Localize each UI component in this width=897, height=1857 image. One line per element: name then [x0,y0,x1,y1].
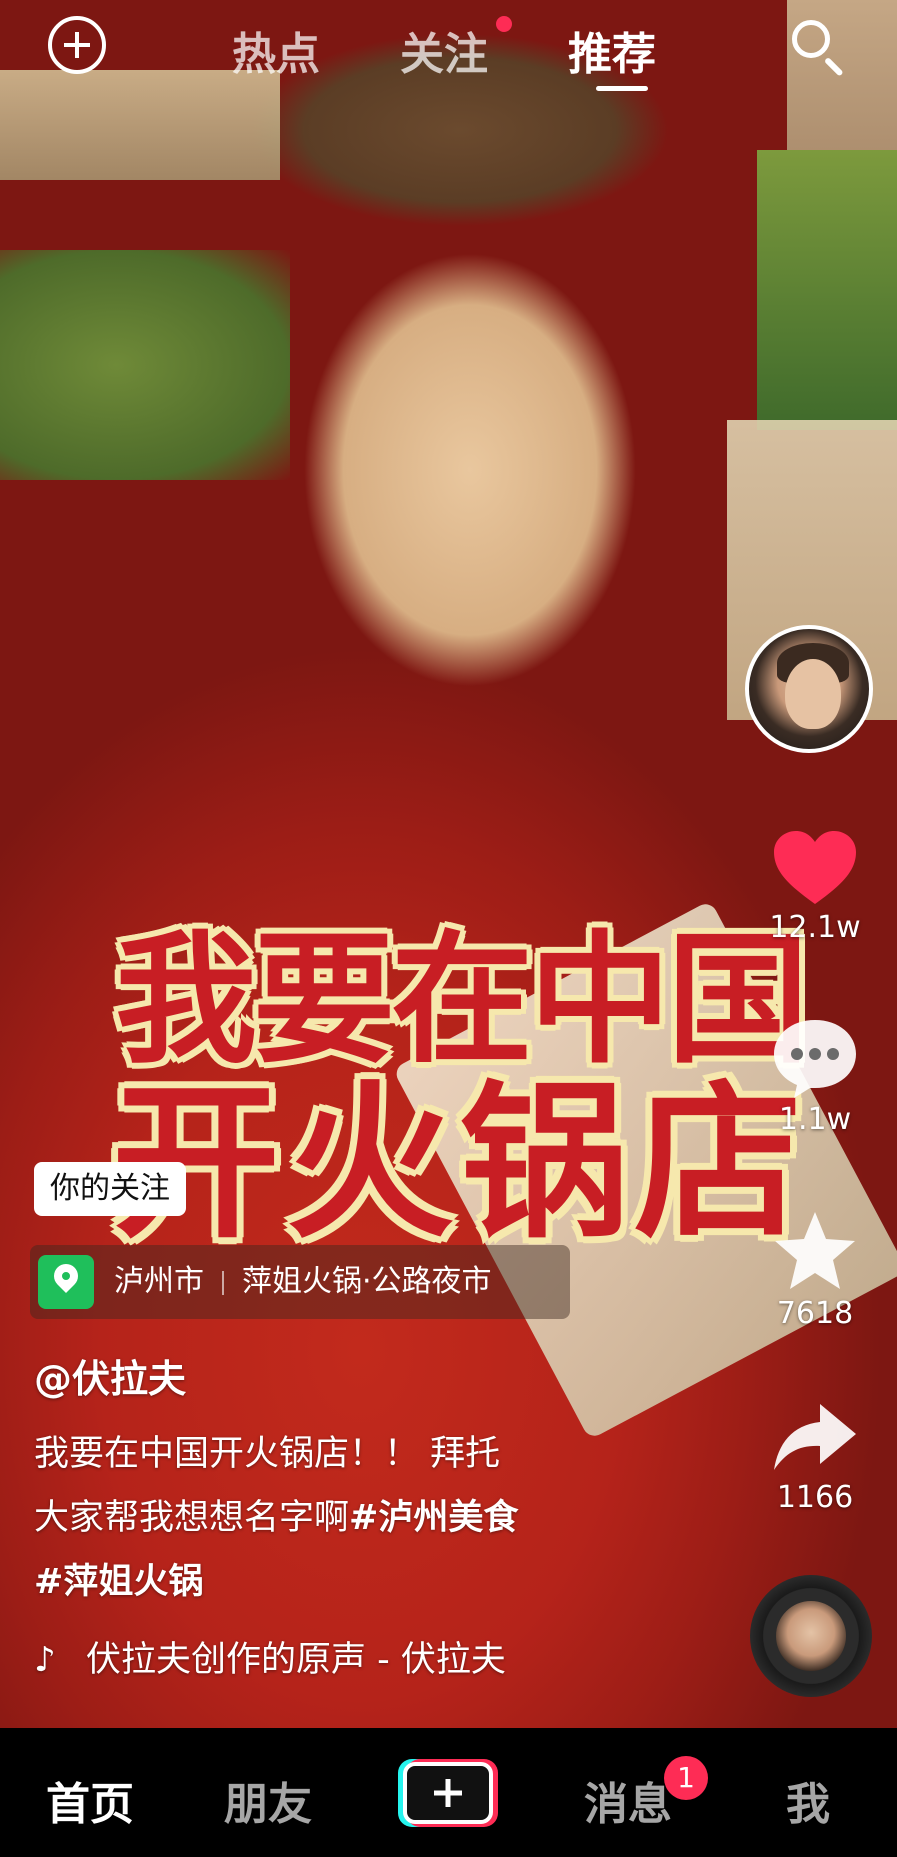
nav-friends[interactable]: 朋友 [224,1768,312,1832]
like-button[interactable]: 12.1w [745,828,885,945]
video-description: 我要在中国开火锅店！！ 拜托 大家帮我想想名字啊#泸州美食 #萍姐火锅 [34,1422,634,1614]
music-disc-cover [776,1601,846,1671]
tab-hot[interactable]: 热点 [232,18,320,82]
tab-follow[interactable]: 关注 [400,18,488,82]
comment-button[interactable]: 1.1w [745,1016,885,1137]
share-arrow-icon [745,1398,885,1478]
search-icon-ring [792,20,830,58]
favorite-count: 7618 [776,1296,854,1331]
description-line3: #萍姐火锅 [34,1550,634,1614]
overlay-title-line1: 我要在中国 [115,917,809,1083]
plus-icon [403,1762,493,1824]
comment-bubble-icon [745,1016,885,1100]
search-icon[interactable] [790,18,850,78]
heart-icon [770,828,860,908]
search-icon-handle [823,56,844,77]
music-note-icon: ♪ [34,1640,56,1680]
music-title: 伏拉夫创作的原声 - 伏拉夫 [86,1640,506,1680]
nav-messages[interactable]: 消息 [584,1768,672,1832]
location-city: 泸州市 [114,1264,204,1299]
author-avatar[interactable] [745,625,873,753]
location-pin-icon [38,1255,94,1309]
video-overlay-title: 我要在中国 开火锅店 [70,925,850,1257]
follow-notification-dot [496,16,512,32]
bottom-navigation: 首页 朋友 消息 1 我 [0,1728,897,1857]
screen: 我要在中国 开火锅店 热点 关注 推荐 12.1w 1.1w 7618 1166… [0,0,897,1857]
music-disc-icon[interactable] [750,1575,872,1697]
share-count: 1166 [776,1480,854,1515]
location-text: 泸州市 萍姐火锅·公路夜市 [114,1245,492,1319]
nav-me[interactable]: 我 [786,1768,830,1832]
tab-recommend[interactable]: 推荐 [568,18,656,82]
like-count: 12.1w [769,910,861,945]
add-circle-icon[interactable] [48,16,106,74]
avatar-face [785,659,841,729]
location-place: 萍姐火锅·公路夜市 [242,1264,492,1299]
share-button[interactable]: 1166 [745,1398,885,1515]
active-tab-indicator [596,86,648,91]
following-tag: 你的关注 [34,1162,186,1216]
messages-badge: 1 [664,1756,708,1800]
create-video-button[interactable] [398,1759,498,1827]
hashtag-pingjie-hotpot[interactable]: #萍姐火锅 [34,1562,203,1602]
overlay-title-line2: 开火锅店 [112,1063,808,1261]
description-line2: 大家帮我想想名字啊#泸州美食 [34,1486,634,1550]
favorite-button[interactable]: 7618 [745,1208,885,1331]
author-handle[interactable]: @伏拉夫 [34,1348,186,1403]
description-line1: 我要在中国开火锅店！！ 拜托 [34,1434,501,1474]
nav-home[interactable]: 首页 [46,1768,134,1832]
description-line2-text: 大家帮我想想名字啊 [34,1498,350,1538]
location-chip[interactable]: 泸州市 萍姐火锅·公路夜市 [30,1245,570,1319]
background-hedge-right [757,150,897,430]
star-icon [745,1208,885,1294]
comment-count: 1.1w [778,1102,852,1137]
music-track[interactable]: ♪ 伏拉夫创作的原声 - 伏拉夫 [34,1632,554,1688]
top-bar: 热点 关注 推荐 [0,0,897,100]
location-separator [222,1270,224,1295]
background-hedge-left [0,250,290,480]
hashtag-luzhou-food[interactable]: #泸州美食 [349,1498,518,1538]
